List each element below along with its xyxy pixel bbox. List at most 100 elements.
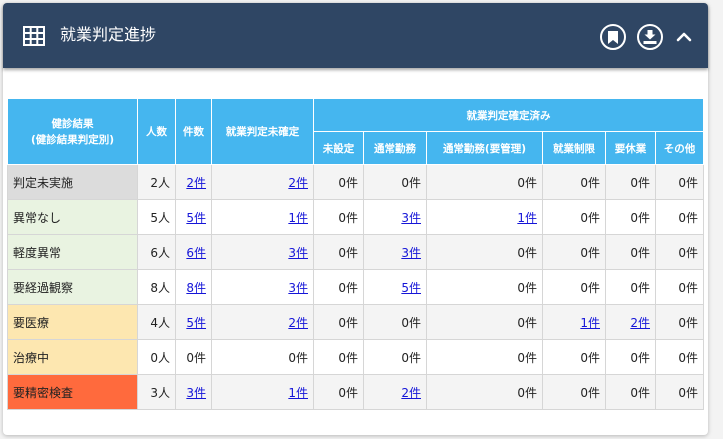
- chevron-up-icon[interactable]: [674, 27, 694, 47]
- cell-other: 0件: [655, 269, 704, 305]
- table-row: 治療中 0人 0件 0件 0件 0件 0件 0件 0件 0件: [7, 339, 704, 375]
- bookmark-icon: [608, 30, 618, 44]
- undetermined-cell: 1件: [211, 199, 314, 235]
- header-persons: 人数: [137, 98, 176, 165]
- cell-normal-work: 5件: [363, 269, 427, 305]
- undetermined-cell: 1件: [211, 374, 314, 410]
- normal-work-link[interactable]: 2件: [401, 386, 421, 400]
- cell-unset: 0件: [313, 199, 364, 235]
- progress-table: 健診結果 (健診結果判定別) 人数 件数 就業判定未確定 就業判定確定済み 未設…: [7, 98, 704, 410]
- cell-other: 0件: [655, 234, 704, 270]
- cell-normal-work: 0件: [363, 339, 427, 375]
- row-label: 要精密検査: [7, 374, 138, 410]
- cell-leave-required: 0件: [605, 199, 656, 235]
- cell-unset: 0件: [313, 164, 364, 200]
- table-icon: [23, 26, 45, 46]
- count-link[interactable]: 3件: [186, 386, 206, 400]
- cell-work-restriction: 0件: [542, 234, 606, 270]
- cell-unset: 0件: [313, 339, 364, 375]
- count-cell: 5件: [175, 304, 212, 340]
- count-cell: 3件: [175, 374, 212, 410]
- table-row: 要医療 4人 5件 2件 0件 0件 0件 1件 2件 0件: [7, 304, 704, 340]
- count-link[interactable]: 8件: [186, 281, 206, 295]
- undetermined-cell: 2件: [211, 304, 314, 340]
- table-row: 異常なし 5人 5件 1件 0件 3件 1件 0件 0件 0件: [7, 199, 704, 235]
- normal-work-link[interactable]: 5件: [401, 281, 421, 295]
- undetermined-link[interactable]: 2件: [288, 316, 308, 330]
- cell-normal-work-managed: 1件: [426, 199, 543, 235]
- cell-unset: 0件: [313, 304, 364, 340]
- subheader-normal-work: 通常勤務: [363, 131, 427, 165]
- row-label: 治療中: [7, 339, 138, 375]
- cell-work-restriction: 0件: [542, 269, 606, 305]
- count-cell: 8件: [175, 269, 212, 305]
- cell-normal-work-managed: 0件: [426, 164, 543, 200]
- cell-work-restriction: 0件: [542, 339, 606, 375]
- undetermined-link[interactable]: 1件: [288, 386, 308, 400]
- row-label: 異常なし: [7, 199, 138, 235]
- subheader-leave-required: 要休業: [605, 131, 656, 165]
- persons-cell: 3人: [137, 374, 176, 410]
- table-row: 要経過観察 8人 8件 3件 0件 5件 0件 0件 0件 0件: [7, 269, 704, 305]
- normal-work-link[interactable]: 3件: [401, 246, 421, 260]
- cell-normal-work: 3件: [363, 234, 427, 270]
- count-link[interactable]: 5件: [186, 316, 206, 330]
- normal-work-link[interactable]: 3件: [401, 211, 421, 225]
- cell-other: 0件: [655, 339, 704, 375]
- work-restriction-link[interactable]: 1件: [580, 316, 600, 330]
- undetermined-link[interactable]: 3件: [288, 246, 308, 260]
- undetermined-cell: 3件: [211, 269, 314, 305]
- bookmark-button[interactable]: [600, 24, 626, 50]
- undetermined-cell: 3件: [211, 234, 314, 270]
- persons-cell: 5人: [137, 199, 176, 235]
- count-cell: 5件: [175, 199, 212, 235]
- row-label: 要医療: [7, 304, 138, 340]
- count-link[interactable]: 2件: [186, 176, 206, 190]
- cell-leave-required: 2件: [605, 304, 656, 340]
- subheader-normal-work-managed: 通常勤務(要管理): [426, 131, 543, 165]
- count-link[interactable]: 5件: [186, 211, 206, 225]
- persons-cell: 6人: [137, 234, 176, 270]
- cell-leave-required: 0件: [605, 339, 656, 375]
- cell-work-restriction: 0件: [542, 164, 606, 200]
- progress-card: 就業判定進捗 健診結果 (健診結果判定別) 人数 件数 就業判定未確定 就業判定…: [3, 3, 708, 435]
- cell-unset: 0件: [313, 374, 364, 410]
- normal-work-managed-link[interactable]: 1件: [517, 211, 537, 225]
- cell-normal-work-managed: 0件: [426, 339, 543, 375]
- cell-work-restriction: 0件: [542, 199, 606, 235]
- cell-other: 0件: [655, 304, 704, 340]
- row-label: 判定未実施: [7, 164, 138, 200]
- cell-work-restriction: 0件: [542, 374, 606, 410]
- cell-normal-work: 0件: [363, 164, 427, 200]
- cell-leave-required: 0件: [605, 164, 656, 200]
- card-header: 就業判定進捗: [3, 3, 708, 68]
- undetermined-link[interactable]: 3件: [288, 281, 308, 295]
- row-label: 要経過観察: [7, 269, 138, 305]
- persons-cell: 8人: [137, 269, 176, 305]
- table-row: 軽度異常 6人 6件 3件 0件 3件 0件 0件 0件 0件: [7, 234, 704, 270]
- cell-other: 0件: [655, 199, 704, 235]
- undetermined-link[interactable]: 2件: [288, 176, 308, 190]
- cell-normal-work-managed: 0件: [426, 304, 543, 340]
- download-button[interactable]: [637, 24, 663, 50]
- cell-normal-work-managed: 0件: [426, 269, 543, 305]
- leave-required-link[interactable]: 2件: [630, 316, 650, 330]
- table-row: 判定未実施 2人 2件 2件 0件 0件 0件 0件 0件 0件: [7, 164, 704, 200]
- count-cell: 6件: [175, 234, 212, 270]
- persons-cell: 2人: [137, 164, 176, 200]
- persons-cell: 0人: [137, 339, 176, 375]
- cell-normal-work: 2件: [363, 374, 427, 410]
- cell-leave-required: 0件: [605, 234, 656, 270]
- cell-normal-work-managed: 0件: [426, 234, 543, 270]
- cell-leave-required: 0件: [605, 269, 656, 305]
- cell-normal-work: 3件: [363, 199, 427, 235]
- count-link[interactable]: 6件: [186, 246, 206, 260]
- undetermined-link[interactable]: 1件: [288, 211, 308, 225]
- undetermined-cell: 0件: [211, 339, 314, 375]
- header-result: 健診結果 (健診結果判定別): [7, 98, 138, 165]
- subheader-unset: 未設定: [313, 131, 364, 165]
- cell-unset: 0件: [313, 234, 364, 270]
- subheader-work-restriction: 就業制限: [542, 131, 606, 165]
- cell-other: 0件: [655, 374, 704, 410]
- count-cell: 0件: [175, 339, 212, 375]
